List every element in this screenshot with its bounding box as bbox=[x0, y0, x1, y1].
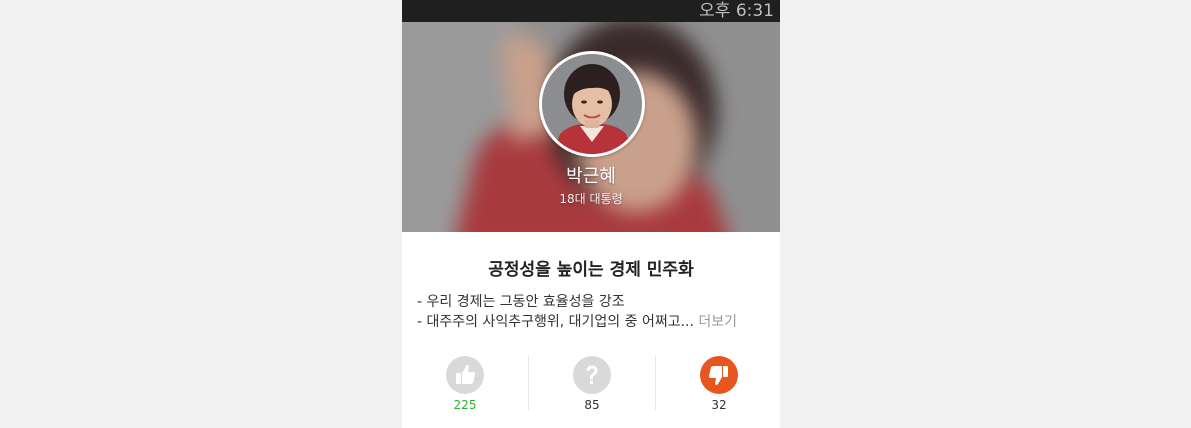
question-button[interactable]: 85 bbox=[529, 352, 655, 414]
question-icon bbox=[573, 356, 611, 394]
read-more-link[interactable]: 더보기 bbox=[698, 314, 737, 330]
policy-summary: - 우리 경제는 그동안 효율성을 강조 - 대주주의 사익추구행위, 대기업의… bbox=[417, 292, 772, 332]
app-screen: 오후 6:31 박근혜 18대 대통령 공정성을 높이는 경제 민주화 - 우리… bbox=[402, 0, 780, 428]
like-button[interactable]: 225 bbox=[402, 352, 528, 414]
policy-title: 공정성을 높이는 경제 민주화 bbox=[488, 260, 694, 280]
profile-subtitle: 18대 대통령 bbox=[559, 192, 623, 206]
dislike-button[interactable]: 32 bbox=[656, 352, 780, 414]
question-count: 85 bbox=[584, 398, 600, 412]
like-count: 225 bbox=[453, 398, 477, 412]
thumbs-up-icon bbox=[446, 356, 484, 394]
status-time: 오후 6:31 bbox=[699, 1, 774, 21]
thumbs-down-icon bbox=[700, 356, 738, 394]
dislike-count: 32 bbox=[711, 398, 727, 412]
policy-line: - 우리 경제는 그동안 효율성을 강조 bbox=[417, 294, 625, 310]
policy-line-text: - 대주주의 사익추구행위, 대기업의 중 어쩌고... bbox=[417, 314, 694, 330]
vote-bar: 225 85 32 bbox=[402, 352, 780, 414]
profile-name: 박근혜 bbox=[566, 166, 616, 187]
avatar bbox=[539, 51, 645, 157]
policy-line: - 대주주의 사익추구행위, 대기업의 중 어쩌고... 더보기 bbox=[417, 312, 772, 332]
avatar-portrait bbox=[542, 54, 642, 154]
profile-header: 박근혜 18대 대통령 bbox=[402, 22, 780, 232]
status-bar: 오후 6:31 bbox=[402, 0, 780, 22]
